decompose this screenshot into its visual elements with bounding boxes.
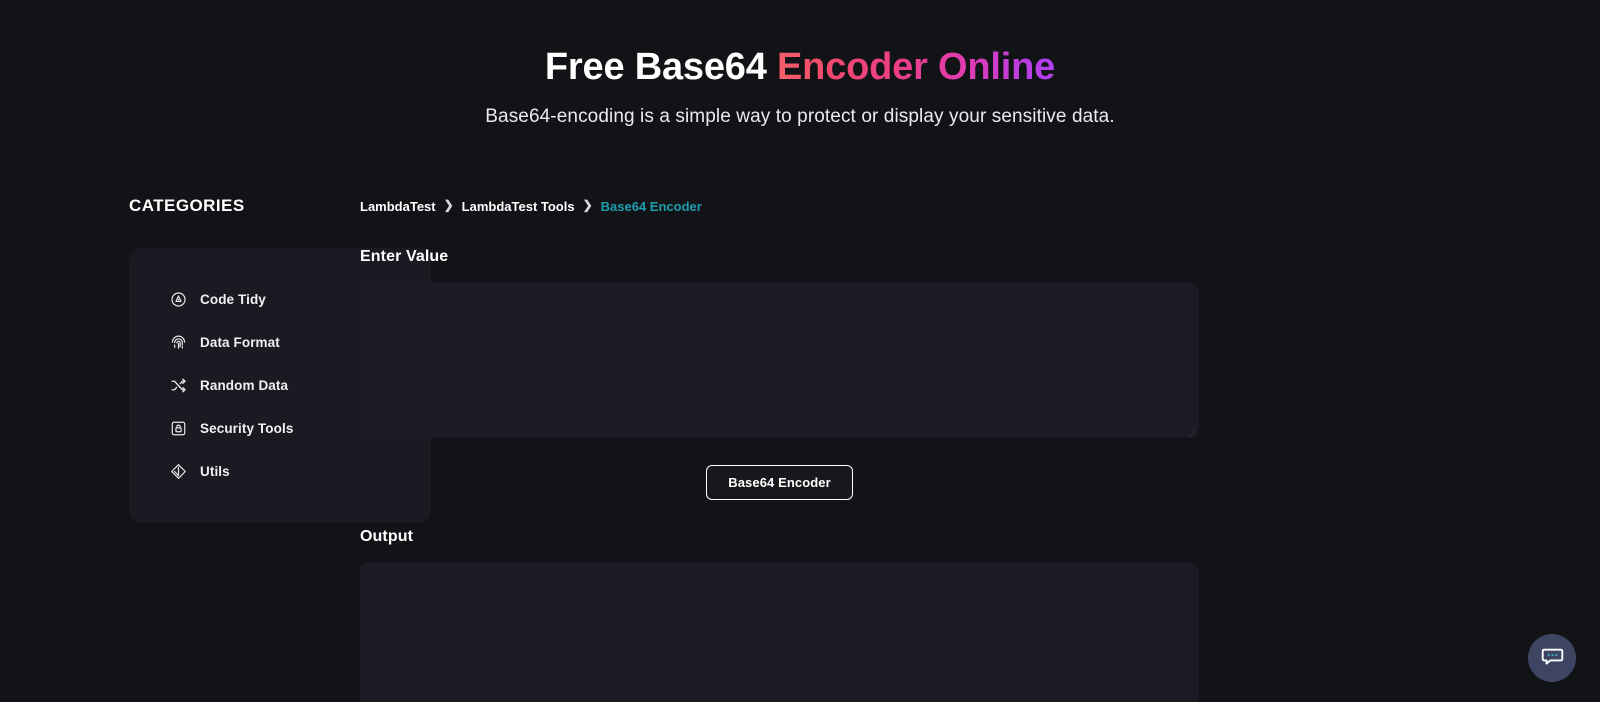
breadcrumb-item-base64-encoder: Base64 Encoder: [600, 198, 702, 214]
categories-heading: CATEGORIES: [129, 196, 245, 215]
page-title-plain: Free Base64: [544, 46, 778, 88]
sidebar-item-label: Random Data: [200, 378, 289, 393]
output-label: Output: [360, 528, 414, 545]
page-subtitle: Base64-encoding is a simple way to prote…: [485, 105, 1115, 127]
chat-bubble-icon: [1540, 644, 1565, 672]
breadcrumb-item-lambdatest[interactable]: LambdaTest: [360, 199, 436, 214]
code-tidy-icon: [170, 291, 187, 308]
page-header: Free Base64 Encoder Online Base64-encodi…: [0, 0, 1600, 128]
tool-main: LambdaTest ❯ LambdaTest Tools ❯ Base64 E…: [350, 196, 1600, 702]
fingerprint-icon: [170, 334, 187, 351]
diamond-icon: [170, 463, 187, 480]
chevron-right-icon: ❯: [582, 198, 593, 212]
page-title-gradient: Encoder Online: [777, 46, 1056, 88]
sidebar-item-label: Utils: [200, 464, 230, 479]
output-textarea[interactable]: [360, 562, 1199, 702]
input-label: Enter Value: [360, 248, 449, 265]
action-row: Base64 Encoder: [360, 465, 1199, 500]
sidebar-item-label: Code Tidy: [200, 292, 266, 307]
shuffle-icon: [170, 377, 187, 394]
page-title: Free Base64 Encoder Online: [0, 46, 1600, 89]
base64-encoder-button[interactable]: Base64 Encoder: [706, 465, 853, 500]
output-textarea-wrapper: [360, 562, 1199, 702]
input-textarea[interactable]: [360, 282, 1199, 438]
categories-sidebar: CATEGORIES Code Tidy Data Format Random …: [0, 196, 431, 523]
breadcrumb: LambdaTest ❯ LambdaTest Tools ❯ Base64 E…: [360, 196, 1600, 216]
chat-widget-button[interactable]: [1528, 634, 1576, 682]
page-layout: CATEGORIES Code Tidy Data Format Random …: [0, 196, 1600, 702]
chevron-right-icon: ❯: [443, 198, 454, 212]
sidebar-item-label: Security Tools: [200, 421, 294, 436]
lock-box-icon: [170, 420, 187, 437]
sidebar-item-label: Data Format: [200, 335, 280, 350]
input-textarea-wrapper: [360, 282, 1199, 439]
breadcrumb-item-lambdatest-tools[interactable]: LambdaTest Tools: [462, 199, 575, 214]
